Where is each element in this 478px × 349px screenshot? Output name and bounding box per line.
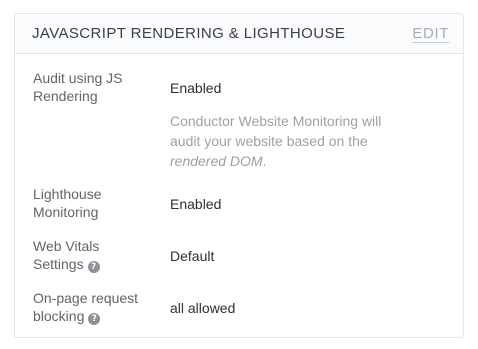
question-circle-icon[interactable]: ? [87, 261, 100, 273]
js-rendering-lighthouse-card: JAVASCRIPT RENDERING & LIGHTHOUSE EDIT A… [14, 13, 464, 338]
setting-label-js-rendering: Audit using JS Rendering [33, 69, 158, 105]
label-line: Audit using JS [33, 70, 123, 86]
setting-value-lighthouse: Enabled [170, 196, 222, 212]
label-line: Web Vitals [33, 238, 100, 254]
label-line: blocking [33, 308, 85, 324]
setting-label-request-blocking: On-page request blocking? [33, 289, 158, 325]
question-circle-icon[interactable]: ? [88, 313, 101, 325]
setting-value-request-blocking: all allowed [170, 300, 236, 316]
description-text: Conductor Website Monitoring will audit … [170, 113, 382, 149]
setting-label-lighthouse: Lighthouse Monitoring [33, 185, 158, 221]
edit-link[interactable]: EDIT [412, 25, 449, 43]
description-emphasis: rendered DOM [170, 153, 263, 169]
description-suffix: . [262, 153, 267, 169]
label-line: Rendering [33, 88, 98, 104]
card-header: JAVASCRIPT RENDERING & LIGHTHOUSE EDIT [15, 14, 463, 54]
setting-label-web-vitals: Web Vitals Settings? [33, 237, 158, 273]
js-rendering-description: Conductor Website Monitoring will audit … [170, 111, 410, 171]
label-line: Lighthouse [33, 186, 102, 202]
label-line: Monitoring [33, 204, 99, 220]
label-line: On-page request [33, 290, 139, 306]
setting-value-web-vitals: Default [170, 248, 215, 264]
setting-value-js-rendering: Enabled [170, 80, 222, 96]
card-title: JAVASCRIPT RENDERING & LIGHTHOUSE [32, 25, 346, 42]
label-line: Settings [33, 256, 84, 272]
